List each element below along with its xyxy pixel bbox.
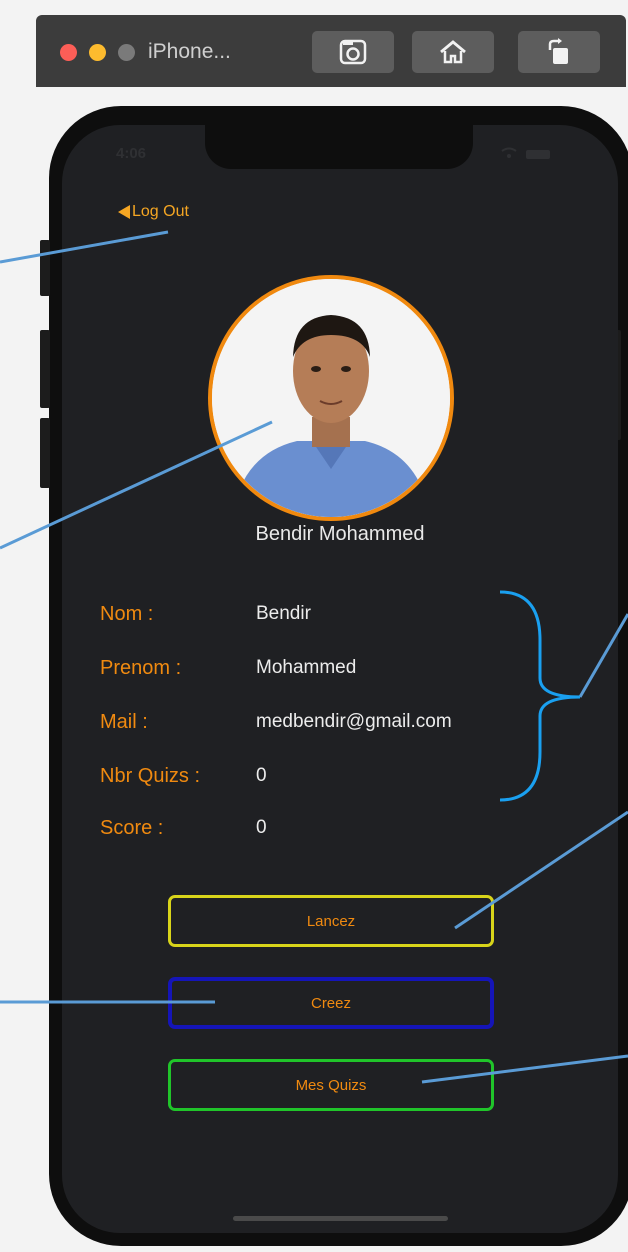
curly-bracket	[499, 590, 581, 802]
annotation-line-launch	[454, 810, 628, 930]
annotation-line-logout	[0, 230, 169, 264]
annotation-line-fields	[578, 613, 628, 698]
annotation-line-avatar	[0, 420, 273, 550]
annotation-overlay	[0, 230, 628, 1084]
annotation-line-my-quizzes	[421, 1054, 628, 1084]
